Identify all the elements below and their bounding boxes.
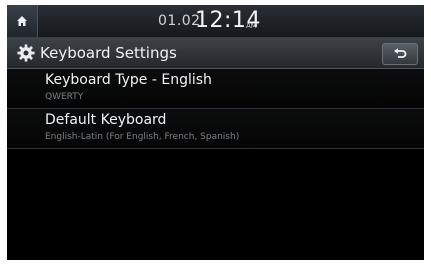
title-bar: Keyboard Settings <box>7 38 424 69</box>
setting-value: QWERTY <box>45 92 84 102</box>
setting-keyboard-type[interactable]: Keyboard Type - English QWERTY <box>7 69 424 109</box>
ampm-indicator: AM <box>246 22 257 30</box>
gear-icon <box>17 44 35 62</box>
setting-default-keyboard[interactable]: Default Keyboard English-Latin (For Engl… <box>7 109 424 149</box>
screen: 01.02 12:14 AM Keyboard Settings Keyboar… <box>7 5 424 260</box>
home-icon <box>17 16 27 26</box>
status-bar: 01.02 12:14 AM <box>7 5 424 38</box>
home-button[interactable] <box>7 5 38 37</box>
page-title: Keyboard Settings <box>40 44 177 62</box>
setting-value: English-Latin (For English, French, Span… <box>45 132 240 142</box>
back-arrow-icon <box>394 48 407 58</box>
setting-title: Keyboard Type - English <box>45 72 212 88</box>
back-button[interactable] <box>382 43 418 65</box>
setting-title: Default Keyboard <box>45 112 167 128</box>
